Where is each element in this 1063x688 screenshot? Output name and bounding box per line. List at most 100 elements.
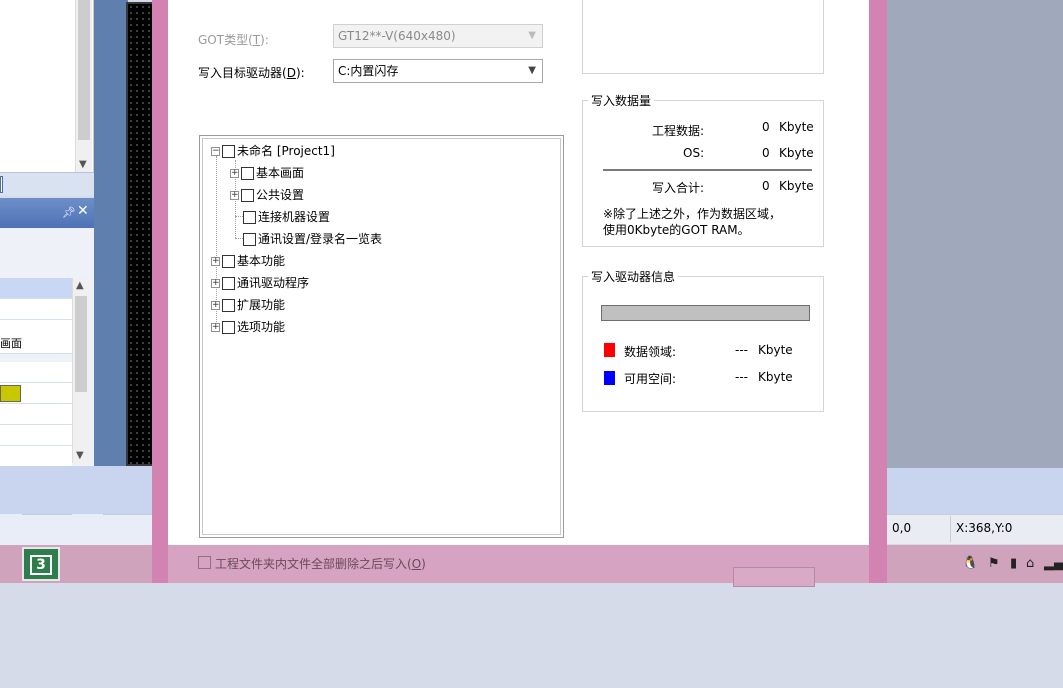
preview-box xyxy=(582,0,824,74)
data-area-unit: Kbyte xyxy=(758,343,793,357)
delete-before-write-checkbox[interactable] xyxy=(198,556,211,569)
checkbox[interactable] xyxy=(222,255,235,268)
expand-icon[interactable]: + xyxy=(211,301,220,310)
tree-node-label: 选项功能 xyxy=(237,320,286,334)
battery-icon[interactable]: ▮ xyxy=(1010,556,1017,571)
data-area-label: 数据领域: xyxy=(624,345,677,359)
checkbox[interactable] xyxy=(241,189,254,202)
checkbox[interactable] xyxy=(243,211,256,224)
signal-icon[interactable]: ▂▄▆ xyxy=(1044,556,1063,571)
free-space-swatch xyxy=(604,371,615,385)
qq-icon[interactable]: 🐧 xyxy=(962,556,978,571)
checkbox[interactable] xyxy=(222,277,235,290)
list-item[interactable] xyxy=(0,446,72,467)
status-cursor-position: X:368,Y:0 xyxy=(956,521,1013,535)
network-icon[interactable]: ⌂ xyxy=(1026,556,1034,571)
os-value: 0 xyxy=(762,146,770,160)
scroll-thumb[interactable] xyxy=(78,0,90,140)
list-item[interactable]: 画面 xyxy=(0,333,72,354)
chevron-down-icon: ▼ xyxy=(528,30,536,41)
tree-node-connection-settings[interactable]: 连接机器设置 xyxy=(243,208,330,226)
total-label: 写入合计: xyxy=(652,181,705,195)
total-divider xyxy=(603,169,812,171)
checkbox[interactable] xyxy=(222,321,235,334)
expand-icon[interactable]: + xyxy=(230,169,239,178)
got-type-value: GT12**-V(640x480) xyxy=(338,29,456,43)
tree-node-common-settings[interactable]: + 公共设置 xyxy=(230,186,304,204)
tree-node-root[interactable]: − 未命名 [Project1] xyxy=(211,142,335,160)
chevron-down-icon: ▼ xyxy=(528,65,536,76)
checkbox[interactable] xyxy=(243,233,256,246)
status-coords: 0,0 xyxy=(892,521,912,535)
tree-node-base-screen[interactable]: + 基本画面 xyxy=(230,164,304,182)
expand-icon[interactable]: + xyxy=(230,191,239,200)
drive-value: C:内置闪存 xyxy=(338,64,399,78)
expand-icon[interactable]: + xyxy=(211,323,220,332)
tree-node-label: 连接机器设置 xyxy=(258,210,331,224)
expand-icon[interactable]: + xyxy=(211,279,220,288)
expand-icon[interactable]: + xyxy=(211,257,220,266)
os-unit: Kbyte xyxy=(779,146,814,160)
right-panel-background xyxy=(886,0,1063,468)
panel-tab[interactable] xyxy=(0,176,3,193)
project-data-label: 工程数据: xyxy=(652,124,705,138)
data-area-swatch xyxy=(604,343,615,357)
tree-node-extensions[interactable]: + 扩展功能 xyxy=(211,296,285,314)
gt-designer-icon[interactable]: 3 xyxy=(22,547,60,581)
color-swatch xyxy=(0,385,21,402)
drive-usage-bar xyxy=(601,305,810,321)
chevron-down-icon[interactable]: ▼ xyxy=(79,159,87,170)
total-value: 0 xyxy=(762,179,770,193)
list-item[interactable] xyxy=(0,362,72,383)
screen-canvas[interactable] xyxy=(128,4,154,464)
drive-select[interactable]: C:内置闪存 ▼ xyxy=(333,59,543,83)
got-type-select[interactable]: GT12**-V(640x480) ▼ xyxy=(333,24,543,48)
list-item[interactable] xyxy=(0,299,72,320)
tree-line xyxy=(235,238,243,239)
chevron-down-icon[interactable]: ▼ xyxy=(76,450,84,461)
project-panel-scrollbar[interactable]: ▼ xyxy=(75,0,92,172)
tree-node-label: 通讯设置/登录名一览表 xyxy=(258,232,383,246)
list-item[interactable] xyxy=(0,278,72,299)
scroll-thumb[interactable] xyxy=(75,296,87,392)
tree-line xyxy=(235,216,243,217)
collapse-icon[interactable]: − xyxy=(211,147,220,156)
screen-list-scrollbar[interactable]: ▲ ▼ xyxy=(72,278,89,463)
status-separator xyxy=(950,516,951,542)
pin-icon[interactable]: 📌︎ xyxy=(62,206,76,219)
checkbox[interactable] xyxy=(241,167,254,180)
tree-node-basic-functions[interactable]: + 基本功能 xyxy=(211,252,285,270)
list-item[interactable] xyxy=(0,404,72,425)
data-area-value: --- xyxy=(735,343,748,357)
tree-node-comm-settings[interactable]: 通讯设置/登录名一览表 xyxy=(243,230,382,248)
total-unit: Kbyte xyxy=(779,179,814,193)
free-space-unit: Kbyte xyxy=(758,370,793,384)
tree-node-label: 通讯驱动程序 xyxy=(237,276,310,290)
tree-node-label: 公共设置 xyxy=(256,188,305,202)
note-line-2: 使用0Kbyte的GOT RAM。 xyxy=(603,223,750,237)
editor-background xyxy=(94,0,128,468)
close-icon[interactable]: ✕ xyxy=(77,203,89,219)
checkbox[interactable] xyxy=(222,145,235,158)
screen-list-panel: 画面 ▲ ▼ xyxy=(0,228,94,468)
chevron-up-icon[interactable]: ▲ xyxy=(76,280,84,291)
project-data-value: 0 xyxy=(762,120,770,134)
panel-titlebar: 📌︎ ✕ xyxy=(0,198,94,228)
tree-node-label: 扩展功能 xyxy=(237,298,286,312)
tree-node-comm-driver[interactable]: + 通讯驱动程序 xyxy=(211,274,309,292)
drive-label: 写入目标驱动器(D): xyxy=(198,66,305,80)
dialog-action-button[interactable] xyxy=(733,567,815,587)
note-line-1: ※除了上述之外，作为数据区域， xyxy=(603,207,782,221)
tree-node-label: 基本功能 xyxy=(237,254,286,268)
project-data-unit: Kbyte xyxy=(779,120,814,134)
free-space-label: 可用空间: xyxy=(624,372,677,386)
panel-tab-strip xyxy=(0,172,94,196)
checkbox[interactable] xyxy=(222,299,235,312)
tree-node-label: 基本画面 xyxy=(256,166,305,180)
tree-node-options[interactable]: + 选项功能 xyxy=(211,318,285,336)
list-item[interactable] xyxy=(0,425,72,446)
free-space-value: --- xyxy=(735,370,748,384)
list-item[interactable] xyxy=(0,383,72,404)
delete-before-write-label: 工程文件夹内文件全部删除之后写入(O) xyxy=(215,557,426,571)
flag-icon[interactable]: ⚑ xyxy=(988,556,1000,571)
